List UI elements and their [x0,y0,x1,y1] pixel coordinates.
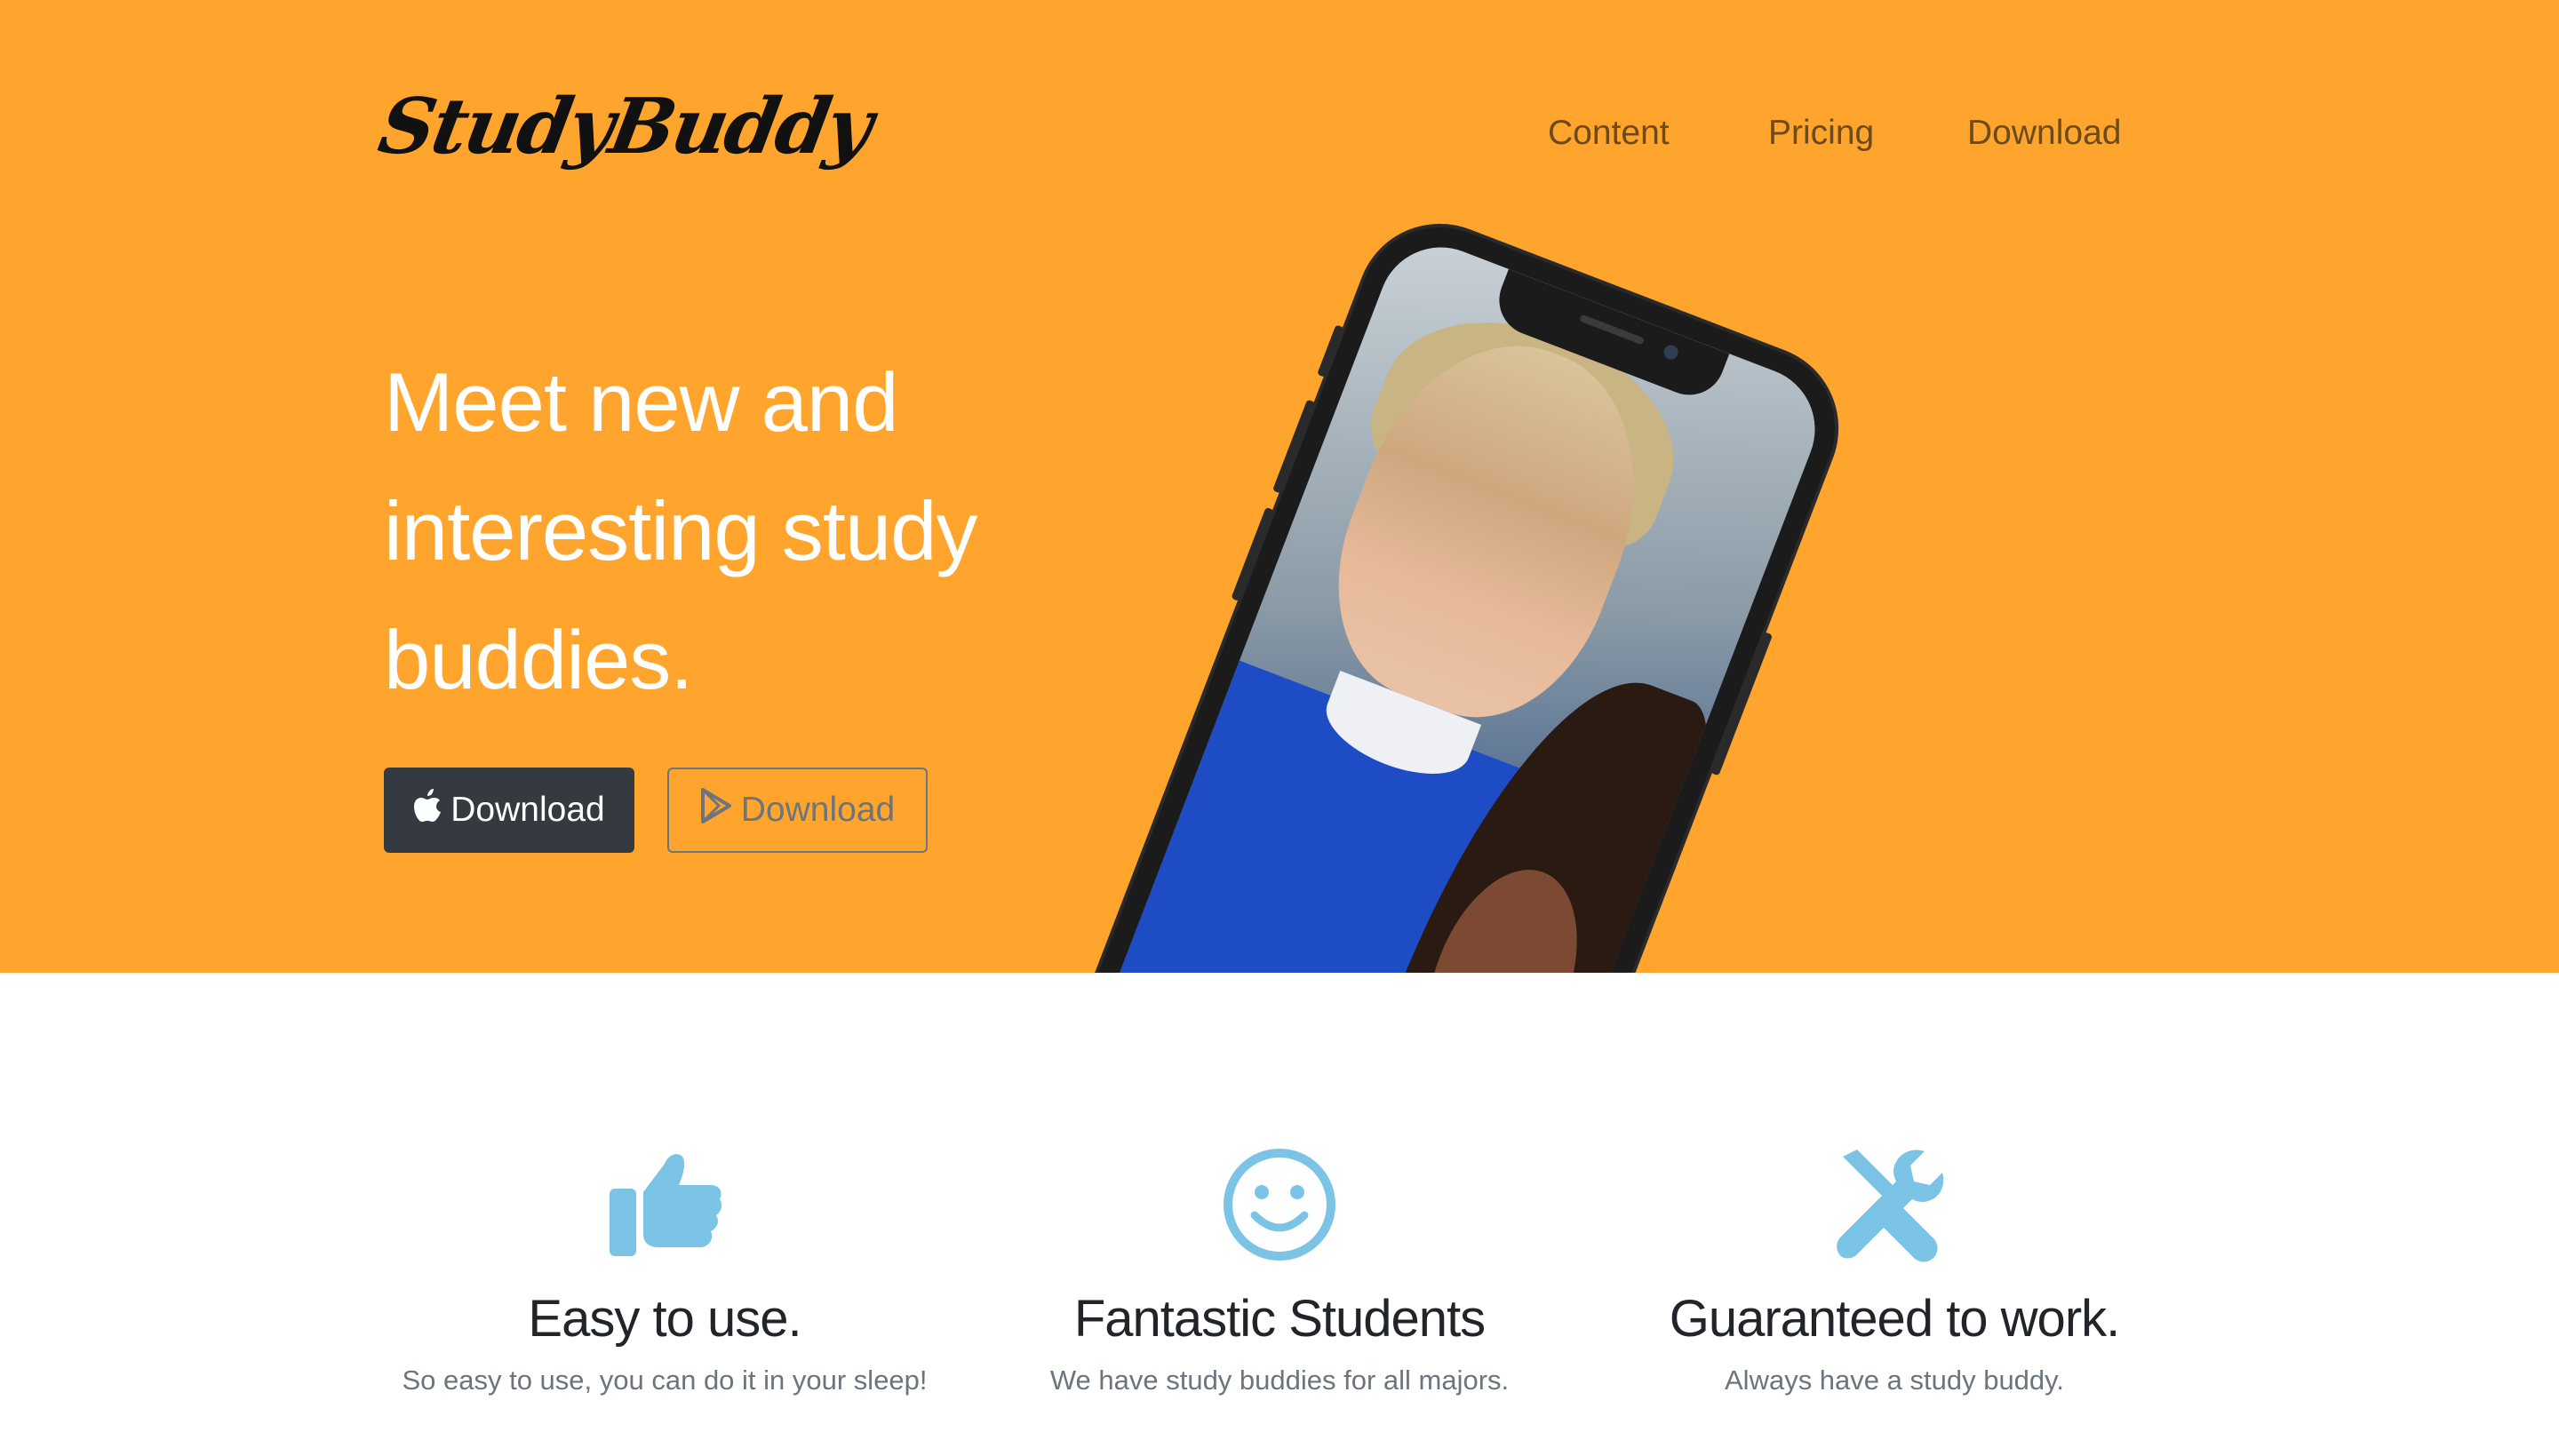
google-play-download-button[interactable]: Download [667,768,928,853]
google-play-download-label: Download [740,791,896,829]
google-play-icon [700,788,732,832]
feature-title: Fantastic Students [1073,1290,1486,1348]
app-store-download-label: Download [450,791,605,829]
feature-text: We have study buddies for all majors. [1049,1364,1510,1396]
phone-side-button [1317,324,1344,378]
phone-camera [1662,343,1680,362]
smile-icon [1224,1149,1335,1261]
feature-easy-to-use: Easy to use. So easy to use, you can do … [345,1146,985,1396]
feature-text: So easy to use, you can do it in your sl… [402,1364,928,1396]
feature-title: Guaranteed to work. [1669,1290,2121,1348]
app-store-download-button[interactable]: Download [384,768,634,853]
hero-section: StudyBuddy Content Pricing Download Meet… [0,0,2559,973]
phone-mockup [1024,203,1859,973]
students-photo [1049,229,1833,973]
thumbs-up-icon [610,1154,722,1256]
phone-speaker [1579,314,1646,346]
feature-title: Easy to use. [528,1290,801,1348]
brand-logo[interactable]: StudyBuddy [372,82,877,171]
apple-icon [413,789,442,831]
nav-link-content[interactable]: Content [1548,114,1670,153]
hero-title: Meet new and interesting study buddies. [384,355,977,706]
tools-icon [1837,1150,1944,1262]
nav-link-pricing[interactable]: Pricing [1768,114,1874,153]
feature-guaranteed-to-work: Guaranteed to work. Always have a study … [1574,1146,2214,1396]
feature-text: Always have a study buddy. [1725,1364,2064,1396]
nav-link-download[interactable]: Download [1967,114,2121,153]
feature-fantastic-students: Fantastic Students We have study buddies… [960,1146,1599,1396]
